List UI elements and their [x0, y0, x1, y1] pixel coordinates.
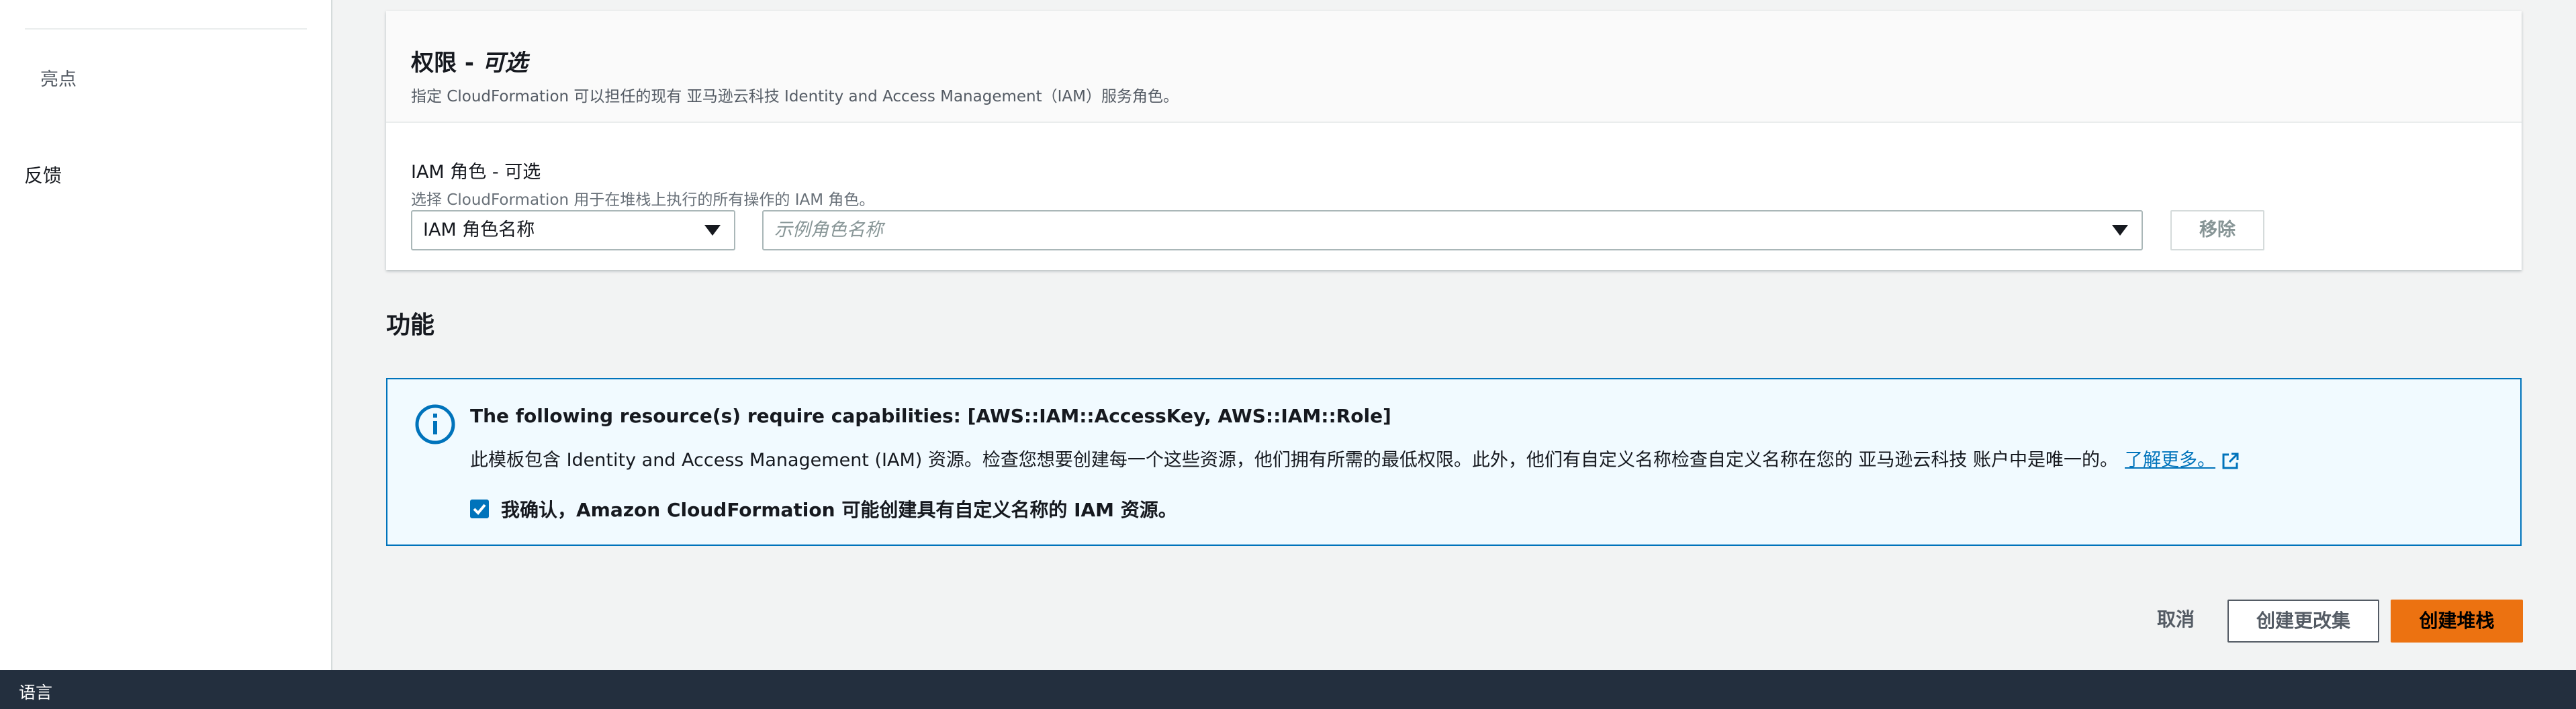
permissions-title-text: 权限 - [411, 50, 482, 77]
caret-down-icon [704, 225, 721, 236]
check-icon [473, 504, 486, 515]
iam-role-type-select[interactable]: IAM 角色名称 [411, 210, 735, 250]
iam-role-label: IAM 角色 - 可选 [411, 162, 541, 183]
permissions-title-optional: 可选 [481, 50, 528, 77]
permissions-header: 权限 - 可选 指定 CloudFormation 可以担任的现有 亚马逊云科技… [386, 11, 2522, 123]
acknowledge-row: 我确认，Amazon CloudFormation 可能创建具有自定义名称的 I… [470, 495, 1177, 522]
sidebar-item-feedback[interactable]: 反馈 [24, 161, 62, 188]
caret-down-icon [2112, 225, 2128, 236]
create-stack-button[interactable]: 创建堆栈 [2391, 600, 2523, 643]
iam-role-type-value: IAM 角色名称 [423, 220, 535, 240]
external-link-icon[interactable] [2221, 452, 2240, 471]
main-content: 权限 - 可选 指定 CloudFormation 可以担任的现有 亚马逊云科技… [332, 0, 2576, 670]
acknowledge-label[interactable]: 我确认，Amazon CloudFormation 可能创建具有自定义名称的 I… [501, 495, 1177, 522]
capabilities-alert-body: 此模板包含 Identity and Access Management (IA… [470, 445, 2240, 471]
iam-role-name-select[interactable]: 示例角色名称 [762, 210, 2143, 250]
acknowledge-checkbox[interactable] [470, 500, 489, 518]
cancel-button[interactable]: 取消 [2139, 600, 2213, 643]
language-selector[interactable]: 语言 [19, 679, 52, 704]
side-navigation: 亮点 反馈 [0, 0, 332, 670]
iam-role-description: 选择 CloudFormation 用于在堆栈上执行的所有操作的 IAM 角色。 [411, 191, 875, 209]
info-circle-icon [415, 404, 455, 444]
remove-button[interactable]: 移除 [2170, 210, 2264, 250]
permissions-panel: 权限 - 可选 指定 CloudFormation 可以担任的现有 亚马逊云科技… [386, 11, 2522, 270]
footer-bar: 语言 [0, 670, 2576, 709]
permissions-title: 权限 - 可选 [411, 44, 528, 77]
create-change-set-button[interactable]: 创建更改集 [2227, 600, 2379, 643]
capabilities-alert-text: 此模板包含 Identity and Access Management (IA… [470, 450, 2119, 471]
sidebar-item-highlights[interactable]: 亮点 [40, 64, 77, 91]
capabilities-alert-title: The following resource(s) require capabi… [470, 405, 1391, 427]
iam-role-name-placeholder: 示例角色名称 [774, 220, 883, 240]
learn-more-link[interactable]: 了解更多。 [2125, 450, 2215, 471]
permissions-description: 指定 CloudFormation 可以担任的现有 亚马逊云科技 Identit… [411, 88, 1179, 105]
sidebar-divider [25, 28, 307, 30]
capabilities-alert: The following resource(s) require capabi… [386, 378, 2522, 546]
capabilities-title: 功能 [386, 312, 435, 339]
